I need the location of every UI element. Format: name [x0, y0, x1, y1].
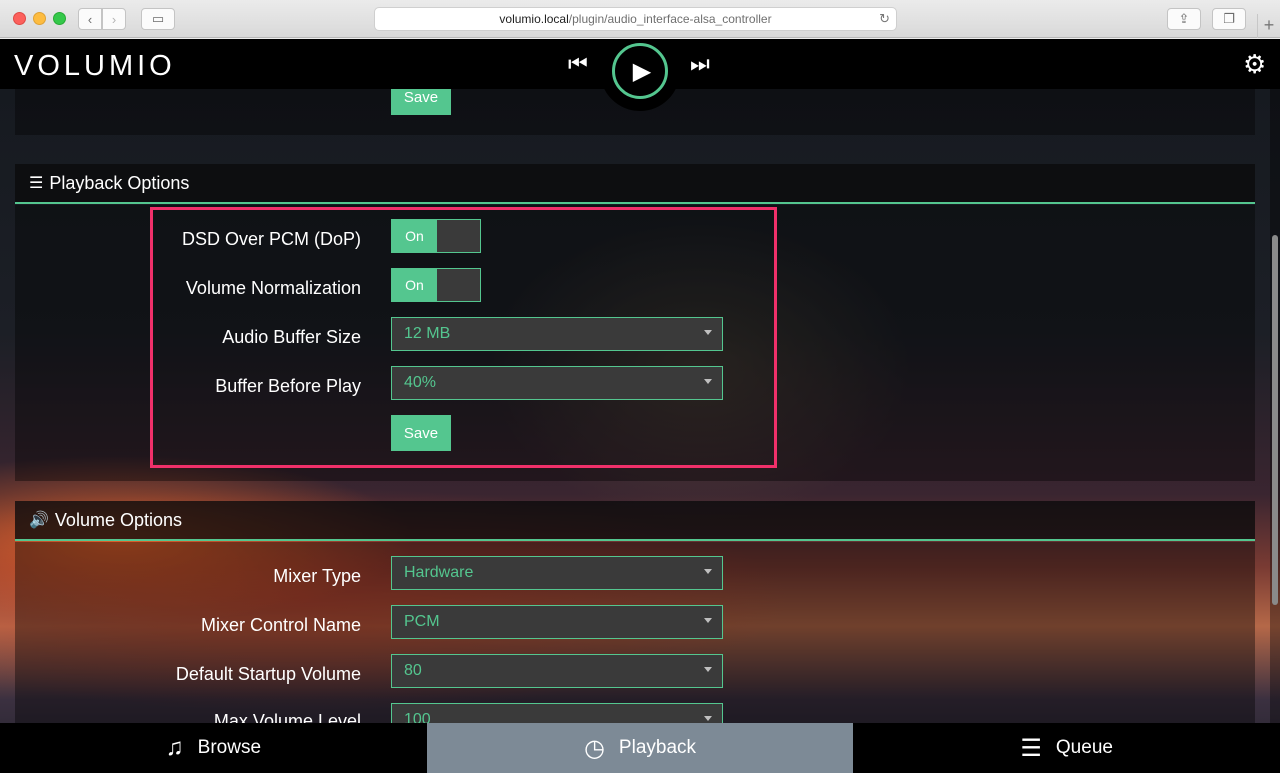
list-icon: ☰ [1020, 734, 1042, 762]
caret-down-icon [704, 667, 712, 672]
share-icon: ⇪ [1178, 11, 1190, 26]
volumio-logo[interactable]: VOLUMIO [14, 50, 176, 83]
default-startup-volume-label: Default Startup Volume [175, 664, 361, 684]
mixer-control-name-select[interactable]: PCM [391, 605, 723, 639]
volumio-app: VOLUMIO ⏮ ⏭ ⚙ ▶ Save ☰ Playback Options … [0, 39, 1280, 773]
max-volume-level-label: Max Volume Level [213, 711, 361, 723]
mixer-control-name-label: Mixer Control Name [200, 615, 361, 635]
tabs-icon: ❐ [1223, 11, 1235, 26]
mixer-control-name-value: PCM [404, 613, 440, 630]
output-save-button[interactable]: Save [391, 89, 451, 115]
default-startup-volume-value: 80 [404, 662, 422, 679]
previous-track-button[interactable]: ⏮ [568, 51, 588, 77]
browser-titlebar: ‹ › ▭ volumio.local/plugin/audio_interfa… [0, 0, 1280, 38]
settings-button[interactable]: ⚙ [1243, 49, 1266, 80]
tab-browse-label: Browse [197, 737, 262, 758]
tab-browse[interactable]: ♫ Browse [0, 723, 427, 773]
play-icon: ▶ [632, 57, 652, 85]
caret-down-icon [704, 569, 712, 574]
default-startup-volume-select[interactable]: 80 [391, 654, 723, 688]
tab-queue-label: Queue [1055, 737, 1113, 758]
show-tabs-button[interactable]: ❐ [1212, 8, 1246, 30]
caret-down-icon [704, 716, 712, 721]
max-volume-level-select[interactable]: 100 [391, 703, 723, 723]
tab-queue[interactable]: ☰ Queue [853, 723, 1280, 773]
content-scrollbar[interactable] [1270, 89, 1280, 723]
bottom-navigation: ♫ Browse ◷ Playback ☰ Queue [0, 723, 1280, 773]
settings-content: Save ☰ Playback Options DSD Over PCM (Do… [0, 89, 1270, 723]
scrollbar-thumb[interactable] [1272, 235, 1278, 605]
caret-down-icon [704, 618, 712, 623]
mixer-type-label: Mixer Type [273, 566, 361, 586]
mixer-type-select[interactable]: Hardware [391, 556, 723, 590]
music-note-icon: ♫ [165, 734, 184, 761]
highlight-box [150, 207, 777, 468]
volume-options-title: Volume Options [54, 509, 182, 530]
sidebar-toggle-button[interactable]: ▭ [141, 8, 175, 30]
volume-options-header: 🔊 Volume Options [15, 501, 1255, 541]
play-button[interactable]: ▶ [612, 43, 668, 99]
playback-options-title: Playback Options [49, 172, 190, 193]
url-path: /plugin/audio_interface-alsa_controller [568, 12, 772, 26]
sidebar-icon: ▭ [151, 11, 165, 26]
new-tab-button[interactable]: + [1257, 14, 1280, 38]
chevron-left-icon: ‹ [87, 11, 93, 27]
clock-icon: ◷ [583, 734, 605, 762]
url-host: volumio.local [499, 12, 569, 26]
mixer-type-value: Hardware [404, 564, 474, 581]
back-button[interactable]: ‹ [78, 8, 102, 30]
chevron-right-icon: › [111, 11, 117, 27]
next-track-button[interactable]: ⏭ [690, 51, 710, 77]
reload-icon[interactable]: ↻ [879, 11, 890, 27]
tab-playback[interactable]: ◷ Playback [426, 723, 854, 773]
address-bar[interactable]: volumio.local/plugin/audio_interface-als… [374, 7, 897, 31]
sliders-icon: ☰ [29, 175, 44, 192]
forward-button[interactable]: › [102, 8, 126, 30]
skip-forward-icon: ⏭ [690, 51, 710, 76]
speaker-icon: 🔊 [29, 512, 49, 529]
skip-back-icon: ⏮ [568, 51, 588, 76]
playback-options-header: ☰ Playback Options [15, 164, 1255, 204]
max-volume-level-value: 100 [404, 711, 431, 723]
gear-icon: ⚙ [1243, 49, 1267, 79]
share-button[interactable]: ⇪ [1167, 8, 1201, 30]
tab-playback-label: Playback [618, 737, 697, 758]
zoom-window-button[interactable] [53, 12, 66, 25]
close-window-button[interactable] [13, 12, 26, 25]
minimize-window-button[interactable] [33, 12, 46, 25]
